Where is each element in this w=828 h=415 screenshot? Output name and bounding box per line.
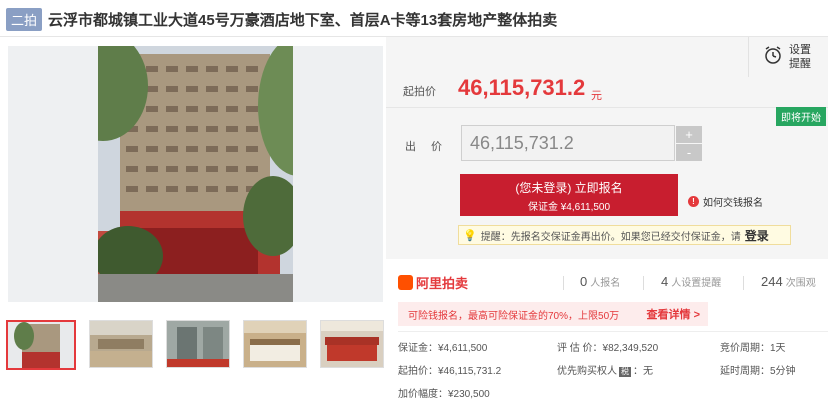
signup-main-label: (您未登录) 立即报名 [515,181,623,195]
status-badge: 即将开始 [776,107,826,126]
main-property-photo[interactable] [8,46,383,302]
thumbnail-5[interactable] [320,320,384,368]
login-tip: 💡 提醒：先报名交保证金再出价。如果您已经交付保证金，请 登录 [458,225,791,245]
info-icon: ! [688,196,699,207]
start-price-value: 46,115,731.2 [458,75,586,100]
promo-details-link[interactable]: 查看详情 > [647,306,700,322]
bid-decrease-button[interactable]: - [676,144,702,161]
details-divider [398,331,828,332]
promo-text: 可险钱报名，最高可险保证金的70%，上限50万 [408,310,620,322]
cycle-detail: 竞价周期：1天 [720,343,786,354]
increment-detail: 加价幅度：¥230,500 [398,389,490,400]
thumbnail-2[interactable] [89,320,153,368]
view-count: 244 次围观 [761,274,816,289]
loan-promo-banner: 可险钱报名，最高可险保证金的70%，上限50万 查看详情 > [398,302,708,326]
reminder-label-2: 提醒 [789,58,811,70]
panel-divider [386,107,828,108]
login-link[interactable]: 登录 [745,227,769,244]
page-title: 云浮市都城镇工业大道45号万豪酒店地下室、首层A卡等13套房地产整体拍卖 [48,11,558,29]
stat-divider [643,276,644,290]
bid-increase-button[interactable]: + [676,126,702,143]
bid-input[interactable]: 46,115,731.2 [461,125,675,161]
tax-badge: 税 [619,367,631,377]
auction-round-tag: 二拍 [6,7,43,31]
appraisal-detail: 评 估 价：¥82,349,520 [557,343,659,354]
tip-text: 提醒：先报名交保证金再出价。如果您已经交付保证金，请 [480,231,741,243]
stat-divider [563,276,564,290]
alipm-logo-icon [398,274,413,290]
how-to-signup-label: 如何交钱报名 [703,198,763,209]
bid-label: 出 价 [405,141,449,153]
reminder-count: 4 人设置提醒 [661,274,722,289]
thumbnail-3[interactable] [166,320,230,368]
set-reminder-button[interactable]: 设置 提醒 [748,37,828,77]
signup-count: 0 人报名 [580,274,621,289]
how-to-signup-link[interactable]: ! 如何交钱报名 [688,194,763,209]
signup-button[interactable]: (您未登录) 立即报名 保证金 ¥4,611,500 [460,174,678,216]
alarm-clock-icon [763,45,783,70]
lightbulb-icon: 💡 [463,229,477,242]
stats-row: 阿里拍卖 0 人报名 4 人设置提醒 244 次围观 [398,271,828,293]
priority-buyer-detail: 优先购买权人税：无 [557,366,653,377]
thumbnail-strip [6,320,386,370]
thumbnail-1[interactable] [6,320,76,370]
stat-divider [743,276,744,290]
thumbnail-4[interactable] [243,320,307,368]
alipm-brand: 阿里拍卖 [416,275,469,291]
signup-deposit-label: 保证金 ¥4,611,500 [527,202,611,213]
reminder-label-1: 设置 [789,44,811,56]
delay-detail: 延时周期：5分钟 [720,366,796,377]
start-price-detail: 起拍价：¥46,115,731.2 [398,366,502,377]
start-price-label: 起拍价 [403,86,436,98]
bidding-panel: 设置 提醒 起拍价 46,115,731.2 元 即将开始 出 价 46,115… [386,37,828,259]
title-bar: 二拍 云浮市都城镇工业大道45号万豪酒店地下室、首层A卡等13套房地产整体拍卖 [6,4,822,34]
deposit-detail: 保证金：¥4,611,500 [398,343,488,354]
alipm-logo: 阿里拍卖 [398,273,468,292]
start-price-unit: 元 [591,90,602,102]
